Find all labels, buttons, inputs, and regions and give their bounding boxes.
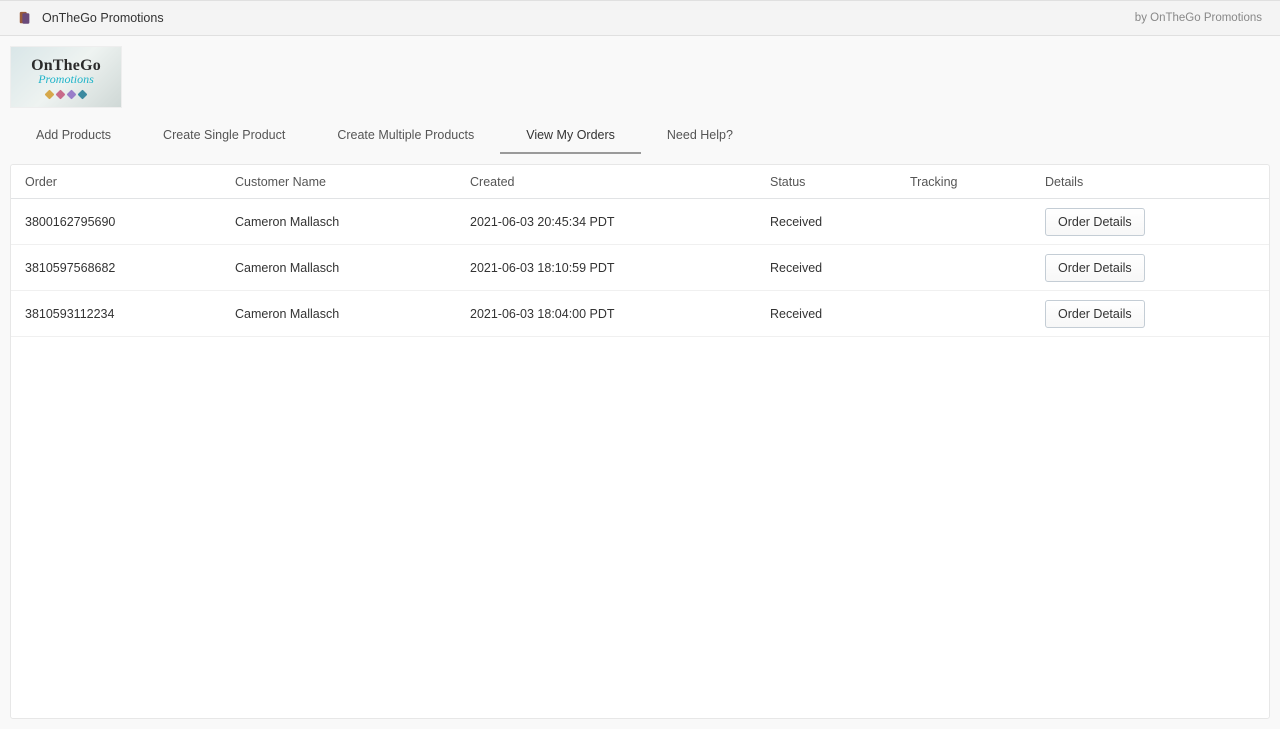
cell-status: Received [770, 215, 910, 229]
col-customer: Customer Name [235, 175, 470, 189]
tab-add-products[interactable]: Add Products [10, 118, 137, 154]
cell-details: Order Details [1045, 208, 1255, 236]
logo-decorative-dots [46, 91, 86, 98]
cell-order: 3810593112234 [25, 307, 235, 321]
nav-tabs: Add Products Create Single Product Creat… [10, 118, 1270, 154]
cell-created: 2021-06-03 18:04:00 PDT [470, 307, 770, 321]
brand-logo: OnTheGo Promotions [10, 46, 122, 108]
cell-created: 2021-06-03 18:10:59 PDT [470, 261, 770, 275]
logo-text-sub: Promotions [38, 72, 94, 87]
cell-created: 2021-06-03 20:45:34 PDT [470, 215, 770, 229]
table-header-row: Order Customer Name Created Status Track… [11, 165, 1269, 199]
cell-status: Received [770, 307, 910, 321]
cell-customer: Cameron Mallasch [235, 215, 470, 229]
tab-create-single-product[interactable]: Create Single Product [137, 118, 311, 154]
cell-order: 3810597568682 [25, 261, 235, 275]
tab-need-help[interactable]: Need Help? [641, 118, 759, 154]
app-byline: by OnTheGo Promotions [1135, 12, 1262, 24]
app-title: OnTheGo Promotions [42, 11, 164, 25]
main-content: OnTheGo Promotions Add Products Create S… [0, 36, 1280, 729]
table-row: 3810597568682 Cameron Mallasch 2021-06-0… [11, 245, 1269, 291]
col-status: Status [770, 175, 910, 189]
col-tracking: Tracking [910, 175, 1045, 189]
col-created: Created [470, 175, 770, 189]
order-details-button[interactable]: Order Details [1045, 300, 1145, 328]
col-details: Details [1045, 175, 1255, 189]
col-order: Order [25, 175, 235, 189]
app-icon [18, 11, 32, 25]
table-row: 3810593112234 Cameron Mallasch 2021-06-0… [11, 291, 1269, 337]
topbar-left: OnTheGo Promotions [18, 11, 164, 25]
orders-table: Order Customer Name Created Status Track… [10, 164, 1270, 719]
cell-details: Order Details [1045, 254, 1255, 282]
order-details-button[interactable]: Order Details [1045, 254, 1145, 282]
tab-create-multiple-products[interactable]: Create Multiple Products [311, 118, 500, 154]
cell-customer: Cameron Mallasch [235, 261, 470, 275]
cell-order: 3800162795690 [25, 215, 235, 229]
table-row: 3800162795690 Cameron Mallasch 2021-06-0… [11, 199, 1269, 245]
tab-view-my-orders[interactable]: View My Orders [500, 118, 641, 154]
app-topbar: OnTheGo Promotions by OnTheGo Promotions [0, 0, 1280, 36]
cell-customer: Cameron Mallasch [235, 307, 470, 321]
cell-status: Received [770, 261, 910, 275]
cell-details: Order Details [1045, 300, 1255, 328]
order-details-button[interactable]: Order Details [1045, 208, 1145, 236]
